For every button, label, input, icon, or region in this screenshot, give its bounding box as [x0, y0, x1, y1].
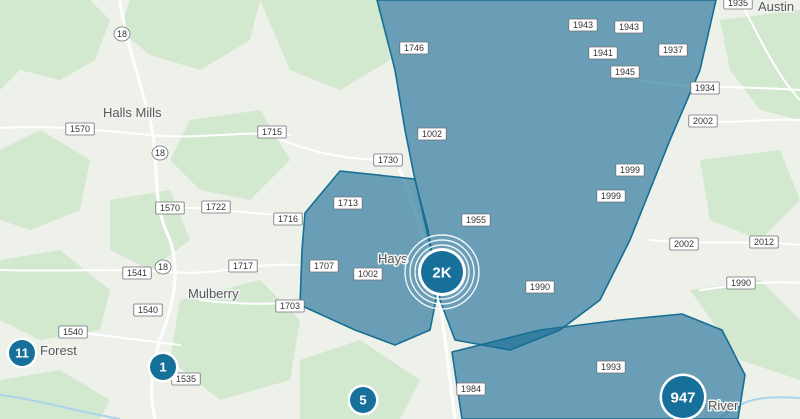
route-shield-1984: 1984 — [456, 382, 486, 396]
route-shield-1937: 1937 — [658, 43, 688, 57]
route-shield-1717: 1717 — [228, 259, 258, 273]
route-shield-label: 1935 — [728, 0, 748, 8]
route-shield-label: 1535 — [176, 374, 196, 384]
cluster-count: 947 — [670, 390, 695, 407]
route-shield-1990: 1990 — [726, 276, 756, 290]
place-label-austin: Austin — [758, 0, 794, 14]
route-shield-label: 1937 — [663, 45, 683, 55]
route-shield-label: 1715 — [262, 127, 282, 137]
route-shield-1715: 1715 — [257, 125, 287, 139]
route-shield-1990: 1990 — [525, 280, 555, 294]
map-svg: Halls Mills Mulberry Hays Forest Austin … — [0, 0, 800, 419]
route-shield-1746: 1746 — [399, 41, 429, 55]
cluster-count: 5 — [359, 393, 366, 408]
route-shield-1955: 1955 — [461, 213, 491, 227]
route-shield-label: 2002 — [674, 239, 694, 249]
route-shield-label: 1541 — [127, 268, 147, 278]
route-shield-1943: 1943 — [614, 20, 644, 34]
cluster-marker-1[interactable]: 1 — [147, 351, 179, 383]
route-shield-label: 1722 — [206, 202, 226, 212]
route-shield-1541: 1541 — [122, 266, 152, 280]
route-shield-1703: 1703 — [275, 299, 305, 313]
cluster-marker-5[interactable]: 5 — [347, 384, 379, 416]
route-shield-label: 1717 — [233, 261, 253, 271]
route-shield-1935: 1935 — [723, 0, 753, 10]
route-shield-label: 1002 — [358, 269, 378, 279]
route-shield-label: 1945 — [615, 67, 635, 77]
route-shield-1002: 1002 — [353, 267, 383, 281]
state-route-shield-label: 18 — [155, 148, 165, 158]
route-shield-1730: 1730 — [373, 153, 403, 167]
route-shield-label: 1570 — [70, 124, 90, 134]
cluster-count: 1 — [159, 360, 166, 375]
route-shield-label: 1984 — [461, 384, 481, 394]
cluster-count: 2K — [432, 265, 451, 282]
state-route-shield-18: 18 — [154, 259, 172, 275]
route-shield-label: 1943 — [619, 22, 639, 32]
route-shield-1999: 1999 — [596, 189, 626, 203]
route-shield-2002: 2002 — [688, 114, 718, 128]
route-shield-label: 1713 — [338, 198, 358, 208]
route-shield-label: 1934 — [695, 83, 715, 93]
state-route-shield-18: 18 — [151, 145, 169, 161]
route-shield-1945: 1945 — [610, 65, 640, 79]
route-shield-label: 1707 — [314, 261, 334, 271]
place-label-mulberry: Mulberry — [188, 286, 239, 301]
route-shield-label: 1941 — [593, 48, 613, 58]
route-shield-label: 1993 — [601, 362, 621, 372]
route-shield-1716: 1716 — [273, 212, 303, 226]
place-label-halls-mills: Halls Mills — [103, 105, 162, 120]
cluster-marker-11[interactable]: 11 — [6, 337, 38, 369]
route-shield-1570: 1570 — [65, 122, 95, 136]
state-route-shield-18: 18 — [113, 26, 131, 42]
route-shield-label: 1990 — [731, 278, 751, 288]
state-route-shield-label: 18 — [158, 262, 168, 272]
place-label-river: River — [708, 398, 739, 413]
route-shield-1941: 1941 — [588, 46, 618, 60]
map-canvas[interactable]: Halls Mills Mulberry Hays Forest Austin … — [0, 0, 800, 419]
route-shield-label: 1570 — [160, 203, 180, 213]
cluster-marker-947[interactable]: 947 — [659, 373, 707, 419]
territory-west[interactable] — [299, 170, 437, 346]
route-shield-label: 2002 — [693, 116, 713, 126]
route-shield-1943: 1943 — [568, 18, 598, 32]
route-shield-label: 1716 — [278, 214, 298, 224]
route-shield-1570: 1570 — [155, 201, 185, 215]
place-label-hays: Hays — [378, 251, 408, 266]
route-shield-label: 1703 — [280, 301, 300, 311]
route-shield-label: 1999 — [601, 191, 621, 201]
route-shield-2002: 2002 — [669, 237, 699, 251]
route-shield-1540: 1540 — [58, 325, 88, 339]
route-shield-label: 1990 — [530, 282, 550, 292]
route-shield-label: 2012 — [754, 237, 774, 247]
route-shield-label: 1730 — [378, 155, 398, 165]
route-shield-label: 1540 — [138, 305, 158, 315]
cluster-count: 11 — [15, 346, 29, 361]
route-shield-label: 1002 — [422, 129, 442, 139]
route-shield-1722: 1722 — [201, 200, 231, 214]
place-label-forest: Forest — [40, 343, 77, 358]
route-shield-1934: 1934 — [690, 81, 720, 95]
route-shield-1002: 1002 — [417, 127, 447, 141]
route-shield-1993: 1993 — [596, 360, 626, 374]
route-shield-label: 1955 — [466, 215, 486, 225]
route-shield-1713: 1713 — [333, 196, 363, 210]
route-shield-1707: 1707 — [309, 259, 339, 273]
route-shield-label: 1943 — [573, 20, 593, 30]
state-route-shield-label: 18 — [117, 29, 127, 39]
route-shield-label: 1999 — [620, 165, 640, 175]
route-shield-label: 1540 — [63, 327, 83, 337]
route-shield-2012: 2012 — [749, 235, 779, 249]
route-shield-1999: 1999 — [615, 163, 645, 177]
route-shield-1540: 1540 — [133, 303, 163, 317]
route-shield-label: 1746 — [404, 43, 424, 53]
